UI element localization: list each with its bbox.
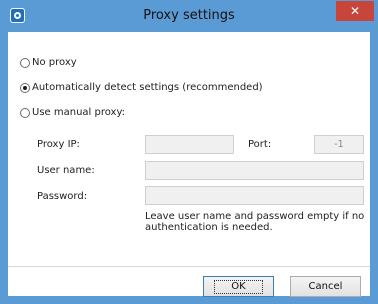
no-proxy-option[interactable]: No proxy bbox=[20, 57, 77, 68]
auto-detect-radio[interactable] bbox=[20, 82, 30, 93]
auto-detect-option[interactable]: Automatically detect settings (recommend… bbox=[20, 82, 263, 93]
proxy-ip-input[interactable] bbox=[145, 135, 234, 154]
username-label: User name: bbox=[37, 165, 95, 176]
window-title: Proxy settings bbox=[143, 8, 235, 23]
password-input[interactable] bbox=[145, 186, 364, 205]
manual-proxy-label: Use manual proxy: bbox=[32, 107, 126, 118]
manual-proxy-option[interactable]: Use manual proxy: bbox=[20, 107, 125, 118]
close-button[interactable]: ✕ bbox=[336, 1, 374, 21]
password-label: Password: bbox=[37, 191, 88, 202]
no-proxy-label: No proxy bbox=[32, 57, 77, 68]
manual-proxy-radio[interactable] bbox=[20, 107, 30, 118]
proxy-ip-label: Proxy IP: bbox=[37, 139, 80, 150]
auth-note: Leave user name and password empty if no… bbox=[145, 211, 365, 233]
auto-detect-label: Automatically detect settings (recommend… bbox=[32, 82, 263, 93]
proxy-settings-window: Proxy settings ✕ No proxy Automatically … bbox=[0, 0, 378, 304]
ok-button[interactable]: OK bbox=[203, 276, 274, 297]
no-proxy-radio[interactable] bbox=[20, 57, 30, 68]
username-input[interactable] bbox=[145, 161, 364, 180]
title-bar: Proxy settings ✕ bbox=[0, 0, 378, 32]
port-label: Port: bbox=[248, 139, 272, 150]
port-input[interactable]: -1 bbox=[314, 135, 364, 154]
cancel-button[interactable]: Cancel bbox=[290, 276, 361, 297]
divider bbox=[8, 266, 370, 267]
ok-label: OK bbox=[214, 280, 263, 294]
